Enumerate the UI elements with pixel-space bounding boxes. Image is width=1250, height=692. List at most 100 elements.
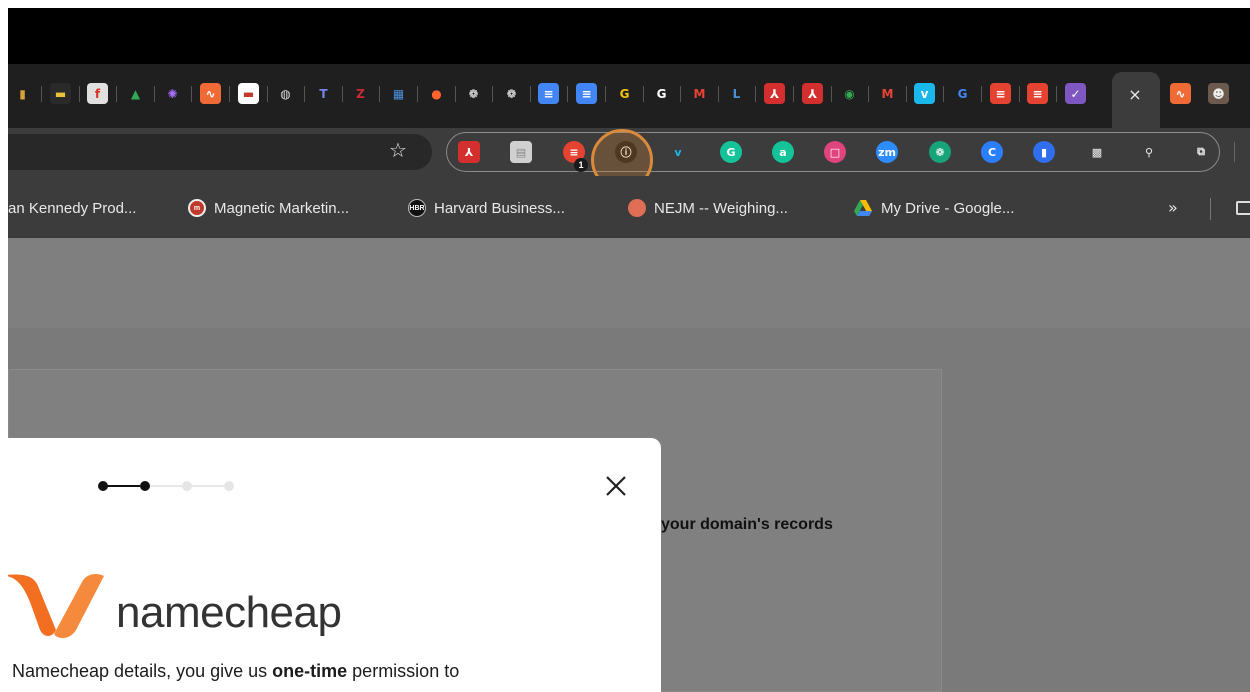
tab-separator xyxy=(605,86,606,102)
nejm-icon xyxy=(628,199,646,217)
bookmark-star-icon[interactable]: ☆ xyxy=(384,136,412,164)
step-connector xyxy=(188,485,224,487)
folder-icon[interactable] xyxy=(1236,201,1250,215)
step-dot xyxy=(182,481,192,491)
tab-separator xyxy=(981,86,982,102)
screenshot-stage: ▮ ▬ f ▲ ✺ ∿ ▬ ◍ T Z ▦ ● ❁ ❁ ≡ ≡ G G M L ⅄ ⅄ ◉ Mv G ≡ ≡ ✓ × ∿ ☻ ☆ ⅄ ▤ ≡… xyxy=(8,8,1250,692)
bookmark-label: NEJM -- Weighing... xyxy=(654,199,788,217)
tab-separator xyxy=(492,86,493,102)
calculator-icon[interactable]: ▦ xyxy=(388,83,409,104)
toolbox-icon[interactable]: ▬ xyxy=(50,83,71,104)
window-title-bar xyxy=(8,8,1250,64)
shopping-icon[interactable]: ▮ xyxy=(12,83,33,104)
permission-text-start: Namecheap details, you give us xyxy=(12,661,273,681)
starburst-icon[interactable]: ✺ xyxy=(162,83,183,104)
tab-separator xyxy=(229,86,230,102)
bookmark-item[interactable]: HBR Harvard Business... xyxy=(408,198,565,218)
namecheap-wordmark: namecheap xyxy=(116,588,342,637)
todoist-icon[interactable]: ≡ xyxy=(1027,83,1048,104)
globe-icon[interactable]: ◍ xyxy=(275,83,296,104)
step-dot xyxy=(140,481,150,491)
chatgpt-icon[interactable]: ❁ xyxy=(463,83,484,104)
tab-separator xyxy=(267,86,268,102)
teams-icon[interactable]: T xyxy=(313,83,334,104)
chatgpt-extension-icon[interactable]: ❁ xyxy=(929,141,951,163)
puzzle-extensions-icon[interactable]: ⧉ xyxy=(1190,141,1212,163)
tab-separator xyxy=(567,86,568,102)
grammarly-g-icon[interactable]: G xyxy=(614,83,635,104)
permission-text-bold: one-time xyxy=(272,661,348,681)
google-docs-icon[interactable]: ≡ xyxy=(538,83,559,104)
tab-separator xyxy=(643,86,644,102)
hbr-icon: HBR xyxy=(408,199,426,217)
step-connector xyxy=(104,485,140,487)
a-extension-icon[interactable]: a xyxy=(772,141,794,163)
bookmarks-bar: an Kennedy Prod... m Magnetic Marketin..… xyxy=(8,176,1250,238)
extension-badge-count: 1 xyxy=(574,158,588,172)
gmail-icon[interactable]: M xyxy=(689,83,710,104)
bookmark-item[interactable]: m Magnetic Marketin... xyxy=(188,198,349,218)
acrobat-icon[interactable]: ⅄ xyxy=(802,83,823,104)
address-bar[interactable] xyxy=(8,134,432,170)
analytics-icon[interactable]: ∿ xyxy=(1170,83,1191,104)
pink-square-extension-icon[interactable]: □ xyxy=(824,141,846,163)
tab-separator xyxy=(868,86,869,102)
qr-code-extension-icon[interactable]: ▩ xyxy=(1086,141,1108,163)
bookmark-label: Harvard Business... xyxy=(434,199,565,217)
tab-separator xyxy=(906,86,907,102)
l-letter-icon[interactable]: L xyxy=(726,83,747,104)
step-progress-indicator xyxy=(98,479,238,493)
chrome-icon[interactable]: ◉ xyxy=(839,83,860,104)
todoist-icon[interactable]: ≡ xyxy=(990,83,1011,104)
google-docs-icon[interactable]: ≡ xyxy=(576,83,597,104)
chatgpt-icon[interactable]: ❁ xyxy=(501,83,522,104)
grammarly-g-icon[interactable]: G xyxy=(651,83,672,104)
tab-separator xyxy=(1056,86,1057,102)
vimeo-icon[interactable]: v xyxy=(914,83,935,104)
document-extension-icon[interactable]: ▤ xyxy=(510,141,532,163)
tab-separator xyxy=(417,86,418,102)
gmail-icon[interactable]: M xyxy=(877,83,898,104)
tab-separator xyxy=(41,86,42,102)
bookmark-extension-icon[interactable]: ▮ xyxy=(1033,141,1055,163)
more-bookmarks-chevron-icon[interactable]: » xyxy=(1168,198,1178,217)
acrobat-icon[interactable]: ⅄ xyxy=(764,83,785,104)
profile-photo-icon[interactable]: ☻ xyxy=(1208,83,1229,104)
background-heading: your domain's records xyxy=(661,516,833,533)
tab-separator xyxy=(79,86,80,102)
tab-separator xyxy=(680,86,681,102)
tab-separator xyxy=(831,86,832,102)
tab-separator xyxy=(191,86,192,102)
magnetic-marketing-icon: m xyxy=(188,199,206,217)
acrobat-extension-icon[interactable]: ⅄ xyxy=(458,141,480,163)
grammarly-extension-icon[interactable]: G xyxy=(720,141,742,163)
tab-separator xyxy=(755,86,756,102)
bookmark-item[interactable]: NEJM -- Weighing... xyxy=(628,198,788,218)
google-icon[interactable]: G xyxy=(952,83,973,104)
tab-separator xyxy=(379,86,380,102)
white-page-icon[interactable]: ▬ xyxy=(238,83,259,104)
permission-text-end: permission to xyxy=(347,661,460,681)
close-tab-icon[interactable]: × xyxy=(1124,83,1146,105)
tab-separator xyxy=(154,86,155,102)
bookmark-item[interactable]: My Drive - Google... xyxy=(853,198,1014,218)
tab-separator xyxy=(455,86,456,102)
f-logo-icon[interactable]: f xyxy=(87,83,108,104)
c-extension-icon[interactable]: C xyxy=(981,141,1003,163)
tab-separator xyxy=(304,86,305,102)
connect-modal: namecheap Namecheap details, you give us… xyxy=(8,438,661,692)
analytics-icon[interactable]: ∿ xyxy=(200,83,221,104)
zoom-extension-icon[interactable]: zm xyxy=(876,141,898,163)
google-drive-icon[interactable]: ▲ xyxy=(125,83,146,104)
semrush-icon[interactable]: ● xyxy=(426,83,447,104)
google-drive-icon xyxy=(853,199,873,217)
bookmark-item[interactable]: an Kennedy Prod... xyxy=(8,198,136,218)
close-icon[interactable] xyxy=(602,472,630,500)
vimeo-extension-icon[interactable]: v xyxy=(667,141,689,163)
checklist-icon[interactable]: ✓ xyxy=(1065,83,1086,104)
step-dot xyxy=(98,481,108,491)
zotero-icon[interactable]: Z xyxy=(350,83,371,104)
search-icon[interactable]: ⚲ xyxy=(1138,141,1160,163)
page-header xyxy=(8,238,1250,328)
tab-separator xyxy=(1019,86,1020,102)
